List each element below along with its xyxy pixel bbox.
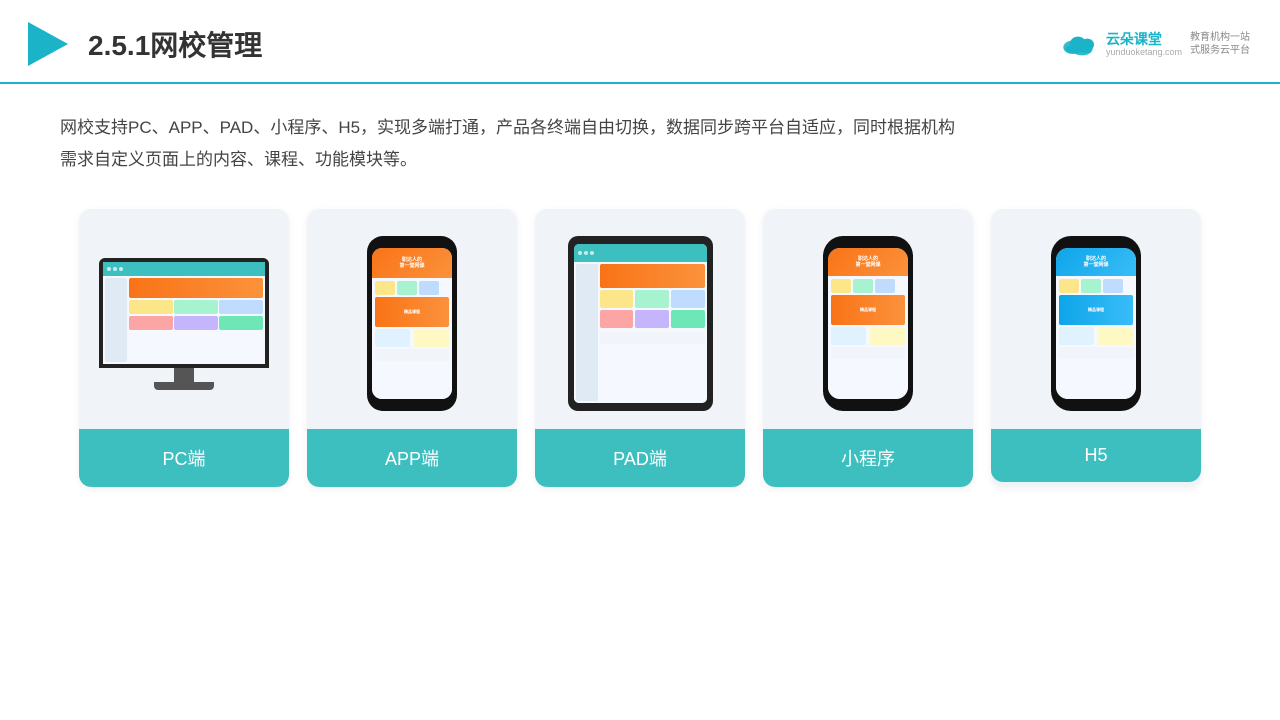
phone-screen-text: 职达人的第一堂网课 [399, 257, 424, 269]
card-h5-image: 职达人的第一堂网课 精品课程 [991, 209, 1201, 429]
card-miniprogram: 职达人的第一堂网课 精品课程 [763, 209, 973, 487]
card-h5-label: H5 [991, 429, 1201, 482]
card-pc-label: PC端 [79, 429, 289, 487]
card-pad-image [535, 209, 745, 429]
phone-app-icon: 职达人的第一堂网课 精品课程 [367, 236, 457, 411]
card-h5: 职达人的第一堂网课 精品课程 [991, 209, 1201, 487]
card-app-image: 职达人的第一堂网课 精品课程 [307, 209, 517, 429]
card-app-label: APP端 [307, 429, 517, 487]
header-left: 2.5.1网校管理 [20, 18, 262, 70]
play-icon [20, 18, 72, 70]
card-miniprogram-image: 职达人的第一堂网课 精品课程 [763, 209, 973, 429]
cloud-icon [1058, 30, 1098, 58]
phone-h5-icon: 职达人的第一堂网课 精品课程 [1051, 236, 1141, 411]
header: 2.5.1网校管理 云朵课堂 yunduoketang.com 教育机构一站式服… [0, 0, 1280, 84]
card-pc: PC端 [79, 209, 289, 487]
main-content: 网校支持PC、APP、PAD、小程序、H5，实现多端打通，产品各终端自由切换，数… [0, 84, 1280, 507]
card-miniprogram-label: 小程序 [763, 429, 973, 487]
description-text: 网校支持PC、APP、PAD、小程序、H5，实现多端打通，产品各终端自由切换，数… [60, 112, 1220, 177]
card-pc-image [79, 209, 289, 429]
card-pad: PAD端 [535, 209, 745, 487]
logo-area: 云朵课堂 yunduoketang.com 教育机构一站式服务云平台 [1058, 30, 1250, 58]
logo-text-block: 云朵课堂 yunduoketang.com [1106, 31, 1182, 58]
tablet-icon [568, 236, 713, 411]
logo-url: yunduoketang.com [1106, 47, 1182, 57]
card-pad-label: PAD端 [535, 429, 745, 487]
card-app: 职达人的第一堂网课 精品课程 [307, 209, 517, 487]
logo-name: 云朵课堂 [1106, 31, 1182, 48]
page-title: 2.5.1网校管理 [88, 24, 262, 64]
pc-monitor-icon [99, 258, 269, 390]
logo-tagline: 教育机构一站式服务云平台 [1190, 31, 1250, 57]
phone-miniprogram-icon: 职达人的第一堂网课 精品课程 [823, 236, 913, 411]
cards-container: PC端 职达人的第一堂网课 [60, 209, 1220, 487]
